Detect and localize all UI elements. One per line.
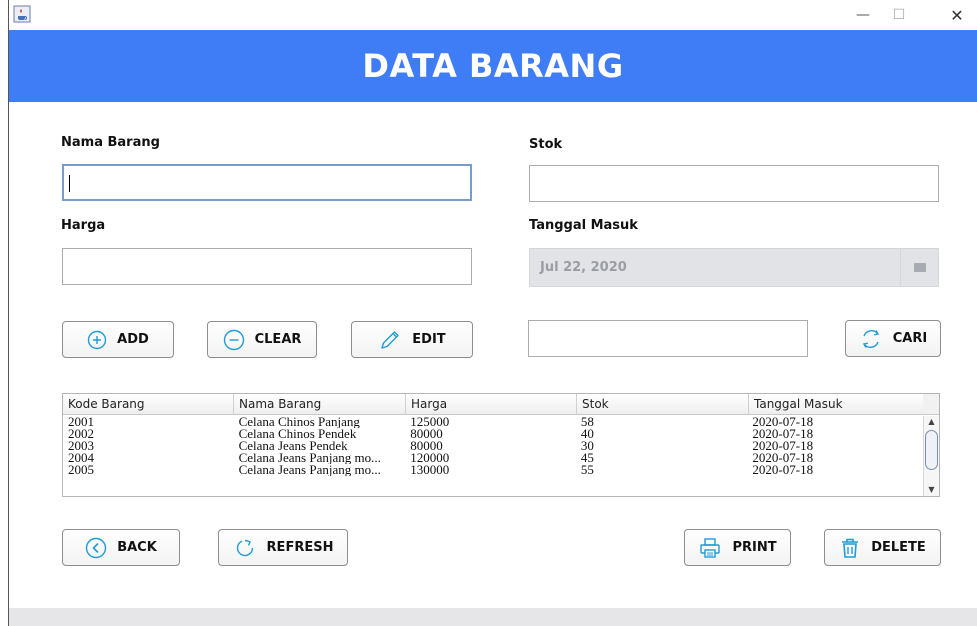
calendar-button[interactable]	[900, 249, 938, 286]
nama-barang-field-wrapper	[62, 164, 472, 201]
table-cell: 2020-07-18	[752, 428, 814, 440]
column-header-harga[interactable]: Harga	[406, 394, 577, 415]
table-cell: 40	[580, 428, 594, 440]
table-cell: Celana Chinos Panjang	[238, 416, 360, 428]
table-cell: 45	[580, 452, 594, 464]
table-cell: 80000	[410, 428, 443, 440]
nama-barang-label: Nama Barang	[61, 135, 160, 150]
back-button-label: BACK	[117, 540, 157, 555]
harga-input[interactable]	[63, 249, 471, 284]
refresh-icon	[236, 539, 253, 556]
table-cell: 2004	[68, 452, 94, 464]
page-title: DATA BARANG	[362, 47, 624, 85]
table-header: Kode Barang Nama Barang Harga Stok Tangg…	[63, 394, 925, 415]
search-button-label: CARI	[892, 331, 928, 346]
scroll-up-arrow-icon[interactable]: ▲	[924, 416, 939, 428]
table-vertical-scrollbar[interactable]: ▲ ▼	[923, 416, 939, 496]
table-cell: 120000	[410, 452, 450, 464]
header-banner: DATA BARANG	[9, 30, 977, 102]
table-row[interactable]: 2001 Celana Chinos Panjang 125000 58 202…	[63, 416, 923, 428]
table-cell: 2002	[68, 428, 94, 440]
stok-label: Stok	[529, 137, 563, 152]
table-cell: Celana Jeans Pendek	[238, 440, 348, 452]
table-body: 2001 Celana Chinos Panjang 125000 58 202…	[63, 416, 923, 476]
scroll-thumb[interactable]	[925, 430, 938, 470]
printer-icon	[700, 537, 721, 558]
table-header-corner	[923, 394, 939, 415]
tanggal-masuk-label: Tanggal Masuk	[529, 218, 638, 233]
tanggal-masuk-value: Jul 22, 2020	[540, 260, 627, 275]
back-arrow-icon	[86, 537, 107, 558]
table-cell: 2020-07-18	[752, 452, 814, 464]
stok-field-wrapper	[529, 165, 939, 202]
table-cell: 80000	[410, 440, 443, 452]
print-button-label: PRINT	[732, 540, 777, 555]
table-cell: Celana Chinos Pendek	[238, 428, 357, 440]
main-panel: DATA BARANG Nama Barang Stok Harga Tangg…	[9, 30, 977, 626]
harga-label: Harga	[61, 218, 106, 233]
table-cell: 130000	[410, 464, 450, 476]
table-row[interactable]: 2003 Celana Jeans Pendek 80000 30 2020-0…	[63, 440, 923, 452]
pencil-icon	[381, 330, 399, 349]
scroll-down-arrow-icon[interactable]: ▼	[924, 484, 939, 496]
search-button[interactable]: CARI	[845, 320, 941, 357]
plus-circle-icon	[87, 330, 107, 349]
harga-field-wrapper	[62, 248, 472, 285]
edit-button-label: EDIT	[412, 332, 446, 347]
delete-button[interactable]: DELETE	[824, 529, 941, 566]
table-cell: 58	[580, 416, 594, 428]
table-cell: 125000	[410, 416, 450, 428]
table-row[interactable]: 2002 Celana Chinos Pendek 80000 40 2020-…	[63, 428, 923, 440]
table-cell: 2005	[68, 464, 94, 476]
table-cell: 2020-07-18	[752, 440, 814, 452]
add-button-label: ADD	[117, 332, 149, 347]
refresh-button-label: REFRESH	[266, 540, 334, 555]
table-row[interactable]: 2004 Celana Jeans Panjang mo... 120000 4…	[63, 452, 923, 464]
data-table[interactable]: Kode Barang Nama Barang Harga Stok Tangg…	[62, 393, 940, 497]
java-cup-icon	[13, 5, 31, 23]
footer-bar	[9, 608, 977, 626]
table-cell: 2001	[68, 416, 94, 428]
refresh-search-icon	[862, 329, 879, 348]
close-button[interactable]: ✕	[943, 3, 971, 27]
delete-button-label: DELETE	[871, 540, 926, 555]
calendar-icon	[913, 263, 926, 272]
column-header-stok[interactable]: Stok	[577, 394, 749, 415]
table-cell: 2020-07-18	[752, 464, 814, 476]
column-header-nama-barang[interactable]: Nama Barang	[234, 394, 406, 415]
table-cell: 30	[580, 440, 594, 452]
clear-button-label: CLEAR	[254, 332, 302, 347]
minus-circle-icon	[223, 329, 244, 350]
clear-button[interactable]: CLEAR	[207, 321, 317, 358]
table-cell: Celana Jeans Panjang mo...	[238, 452, 381, 464]
table-cell: 55	[580, 464, 594, 476]
refresh-button[interactable]: REFRESH	[218, 529, 348, 566]
text-caret	[69, 175, 70, 192]
stok-input[interactable]	[530, 166, 938, 201]
tanggal-masuk-date-picker[interactable]: Jul 22, 2020	[529, 248, 939, 287]
cari-field-wrapper	[528, 320, 808, 357]
table-row[interactable]: 2005 Celana Jeans Panjang mo... 130000 5…	[63, 464, 923, 476]
add-button[interactable]: ADD	[62, 321, 174, 358]
table-cell: 2003	[68, 440, 94, 452]
edit-button[interactable]: EDIT	[351, 321, 473, 358]
trash-icon	[842, 538, 859, 558]
title-bar: — ☐ ✕	[9, 0, 977, 30]
column-header-tanggal-masuk[interactable]: Tanggal Masuk	[749, 394, 925, 415]
table-cell: Celana Jeans Panjang mo...	[238, 464, 381, 476]
column-header-kode-barang[interactable]: Kode Barang	[63, 394, 234, 415]
print-button[interactable]: PRINT	[684, 529, 791, 566]
minimize-button[interactable]: —	[849, 3, 877, 27]
search-input[interactable]	[529, 321, 807, 356]
maximize-button[interactable]: ☐	[885, 3, 913, 27]
back-button[interactable]: BACK	[62, 529, 180, 566]
nama-barang-input[interactable]	[64, 166, 470, 199]
table-cell: 2020-07-18	[752, 416, 814, 428]
